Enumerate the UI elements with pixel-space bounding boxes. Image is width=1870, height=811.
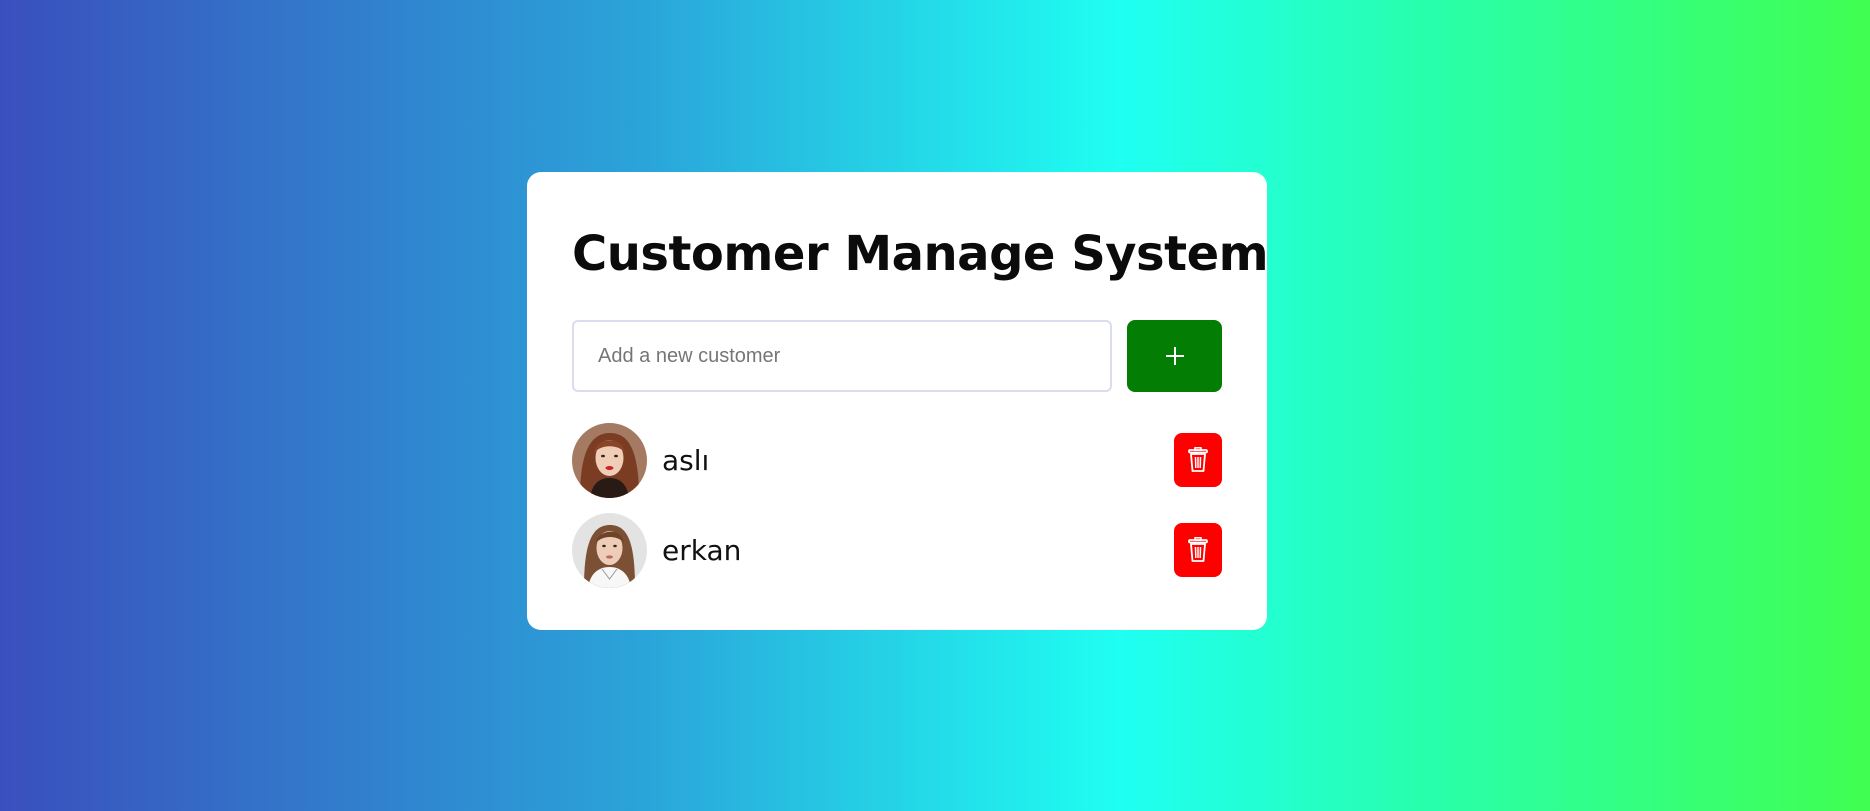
add-customer-button[interactable] — [1127, 320, 1222, 392]
avatar — [572, 422, 647, 498]
add-customer-form — [572, 320, 1222, 392]
plus-icon — [1165, 347, 1184, 365]
new-customer-input[interactable] — [572, 320, 1112, 392]
customer-list: aslı erkan — [572, 422, 1222, 588]
avatar-photo — [572, 512, 647, 588]
avatar — [572, 512, 647, 588]
trash-icon — [1188, 537, 1208, 562]
delete-customer-button[interactable] — [1174, 433, 1222, 487]
customer-name: aslı — [662, 443, 710, 477]
list-item: aslı — [572, 422, 1222, 498]
delete-customer-button[interactable] — [1174, 523, 1222, 577]
page-title: Customer Manage System — [572, 226, 1269, 282]
customer-name: erkan — [662, 533, 742, 567]
customer-card: Customer Manage System Add a new custome… — [527, 172, 1269, 630]
list-item: erkan — [572, 512, 1222, 588]
avatar-photo — [572, 422, 647, 498]
trash-icon — [1188, 447, 1208, 472]
